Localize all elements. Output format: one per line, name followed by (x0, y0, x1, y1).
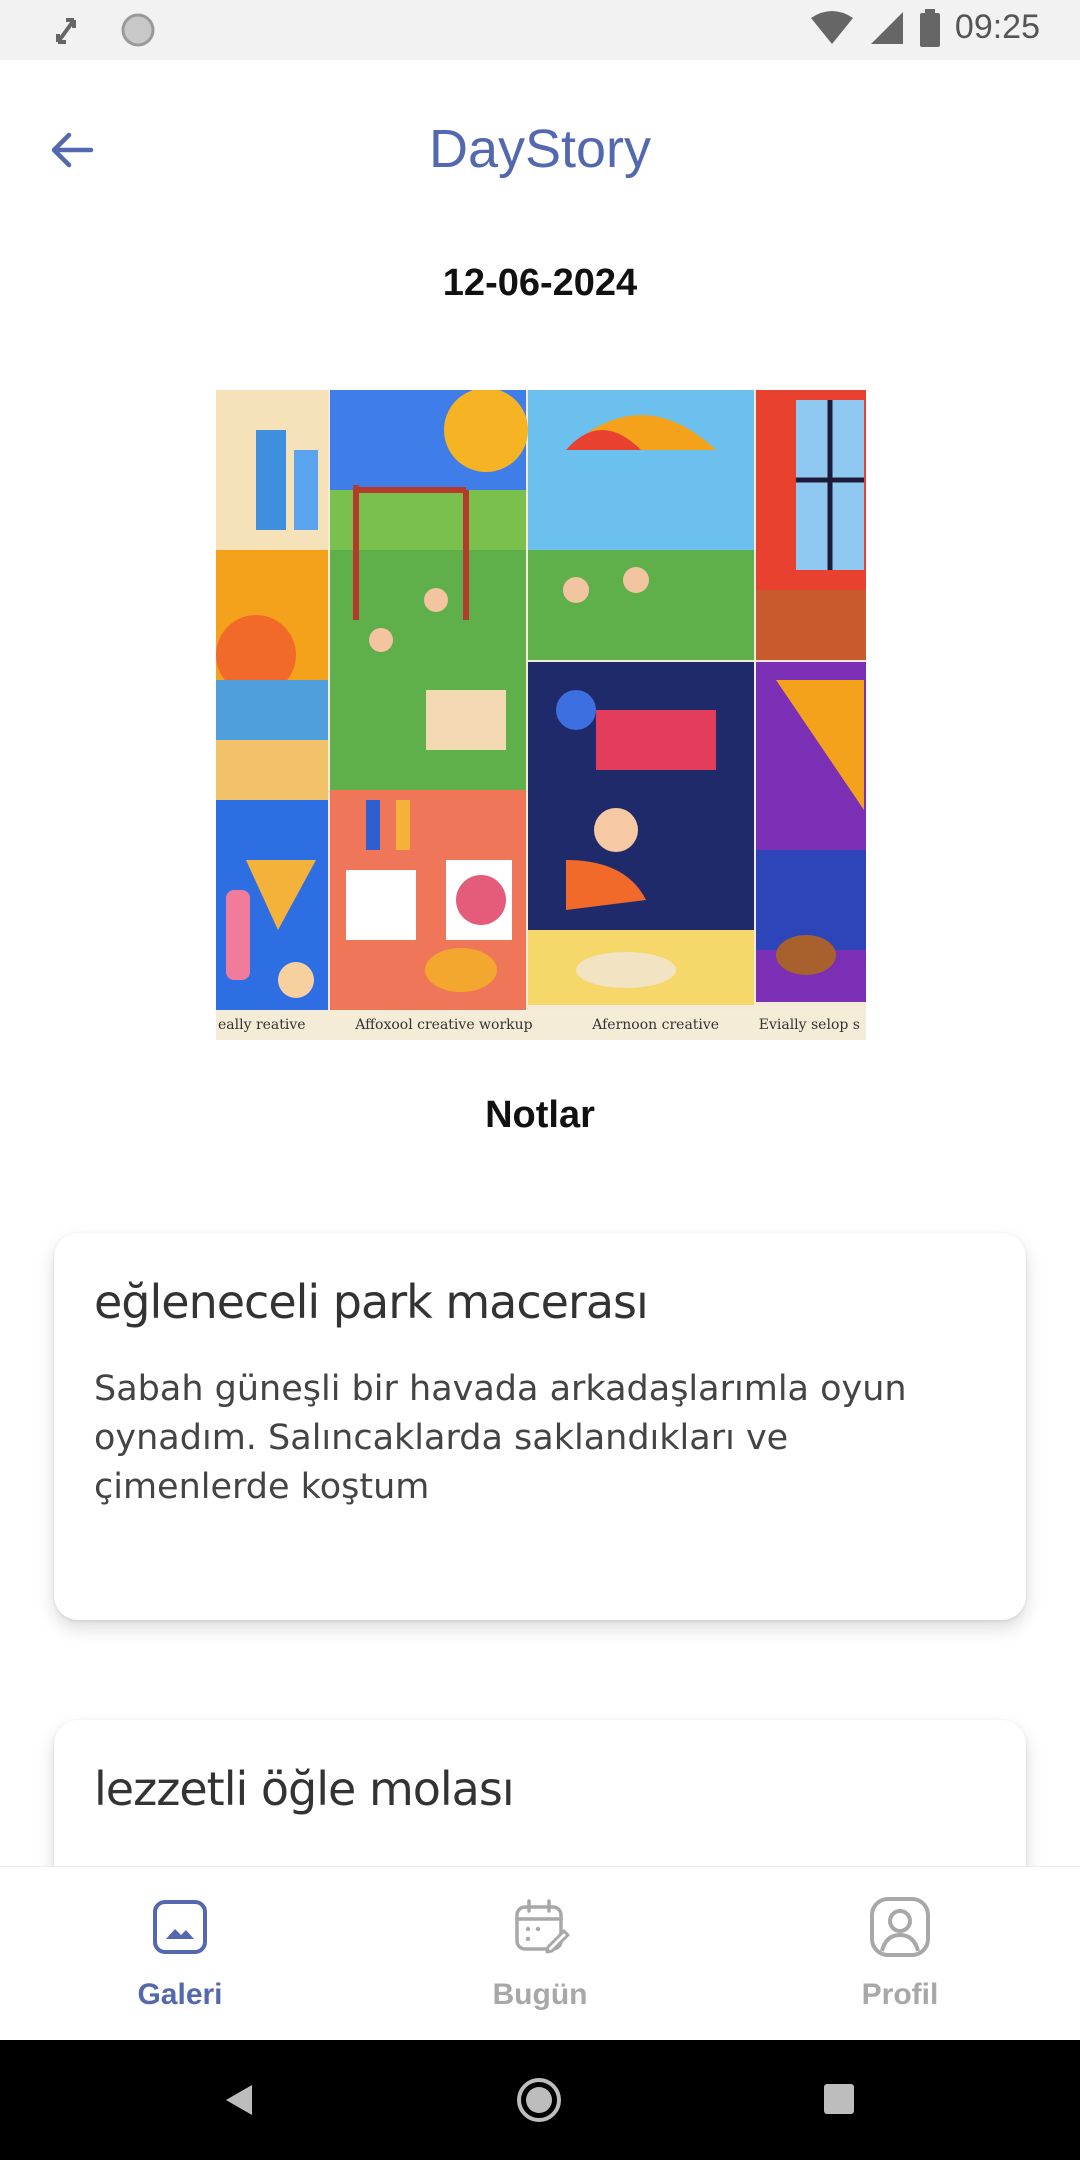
system-navigation-bar (0, 2040, 1080, 2160)
note-body: Sabah güneşli bir havada arkadaşlarımla … (94, 1369, 907, 1507)
day-illustration-art (216, 390, 866, 1040)
gallery-icon (153, 1900, 207, 1954)
rotate-icon (56, 18, 76, 44)
system-home-icon[interactable] (514, 2075, 564, 2125)
nav-item-bugun[interactable]: Bugün (440, 1895, 640, 2012)
image-caption-strip: eally reative Affoxool creative workup A… (216, 1011, 866, 1039)
app-title: DayStory (428, 119, 652, 179)
system-back-icon[interactable] (222, 2082, 258, 2118)
battery-icon (919, 8, 940, 47)
loading-icon (121, 13, 155, 47)
bottom-navigation: Galeri Bugün Profil (0, 1866, 1080, 2041)
nav-item-profil[interactable]: Profil (800, 1895, 1000, 2012)
image-caption-4: Evially selop s (758, 1017, 860, 1033)
status-left (52, 12, 156, 48)
image-caption-3: Afernoon creative (592, 1017, 720, 1033)
status-time: 09:25 (954, 8, 1040, 46)
status-right: 09:25 (809, 8, 1040, 47)
app-bar: DayStory (0, 60, 1080, 230)
entry-date: 12-06-2024 (442, 262, 638, 304)
nav-label-profil: Profil (861, 1978, 939, 2011)
status-bar: 09:25 (0, 0, 1080, 60)
nav-label-galeri: Galeri (137, 1978, 223, 2011)
image-caption-2: Affoxool creative workup (355, 1017, 533, 1033)
nav-label-bugun: Bugün (492, 1978, 588, 2011)
profile-icon (870, 1897, 930, 1957)
day-illustration[interactable]: eally reative Affoxool creative workup A… (216, 390, 866, 1040)
note-card[interactable]: eğleneceli park macerası Sabah güneşli b… (54, 1233, 1026, 1620)
nav-item-galeri[interactable]: Galeri (80, 1895, 280, 2012)
wifi-icon (810, 10, 853, 44)
note-title: lezzetli öğle molası (94, 1762, 515, 1816)
note-title: eğleneceli park macerası (94, 1275, 649, 1329)
image-caption-1: eally reative (218, 1017, 306, 1033)
calendar-edit-icon (515, 1899, 570, 1954)
system-recents-icon[interactable] (822, 2082, 856, 2116)
notes-heading: Notlar (485, 1094, 595, 1136)
signal-icon (870, 11, 903, 44)
